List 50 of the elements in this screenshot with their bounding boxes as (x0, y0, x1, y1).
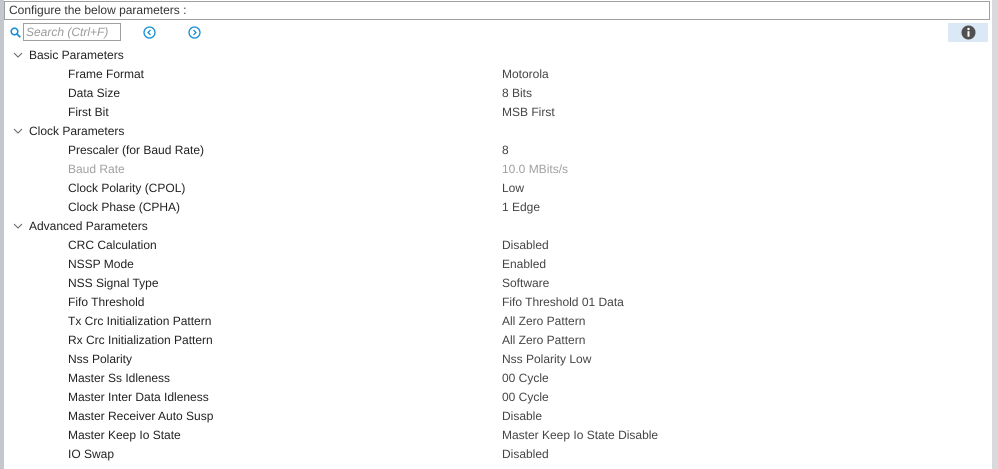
parameter-value[interactable]: Low (502, 180, 524, 194)
chevron-icon[interactable] (13, 50, 23, 60)
parameter-name: NSSP Mode (68, 256, 135, 270)
parameter-name: Clock Polarity (CPOL) (68, 180, 186, 194)
parameter-name: Fifo Threshold (68, 294, 146, 308)
parameter-name: IO Swap (68, 446, 116, 460)
parameter-name: Rx Crc Initialization Pattern (68, 332, 214, 346)
group-label[interactable]: Clock Parameters (29, 124, 124, 138)
parameter-name: Clock Phase (CPHA) (68, 200, 182, 214)
info-icon (960, 24, 976, 40)
search-field[interactable]: Search (Ctrl+F) (23, 23, 121, 41)
parameter-value[interactable]: Software (502, 276, 550, 290)
parameter-name: CRC Calculation (68, 238, 158, 252)
group-label[interactable]: Advanced Parameters (29, 218, 148, 232)
parameter-value[interactable]: MSB First (502, 104, 555, 118)
chevron-icon[interactable] (13, 126, 23, 136)
parameter-value[interactable]: Disabled (502, 238, 549, 252)
parameter-value[interactable]: All Zero Pattern (502, 332, 586, 346)
parameter-value[interactable]: Disable (502, 408, 542, 422)
previous-icon[interactable] (143, 26, 156, 38)
parameter-value[interactable]: 00 Cycle (502, 390, 549, 404)
parameter-value[interactable]: Disabled (502, 446, 549, 460)
parameter-name: Master Ss Idleness (68, 370, 172, 384)
next-icon[interactable] (188, 26, 201, 38)
parameter-value[interactable]: 8 (502, 142, 509, 156)
parameter-name: Tx Crc Initialization Pattern (68, 314, 212, 328)
parameter-name: Baud Rate (68, 162, 126, 176)
parameter-value[interactable]: Master Keep Io State Disable (502, 428, 658, 442)
parameter-name: First Bit (68, 104, 110, 118)
parameter-value[interactable]: Fifo Threshold 01 Data (502, 294, 624, 308)
header-label: Configure the below parameters : (4, 1, 990, 20)
parameter-name: Frame Format (68, 66, 146, 80)
parameter-value[interactable]: Motorola (502, 66, 549, 80)
chevron-icon[interactable] (13, 220, 23, 230)
parameter-value[interactable]: 1 Edge (502, 200, 540, 214)
parameter-name: NSS Signal Type (68, 276, 160, 290)
parameter-name: Data Size (68, 86, 122, 100)
search-icon (10, 26, 21, 38)
parameter-name: Nss Polarity (68, 352, 134, 366)
parameter-value[interactable]: 00 Cycle (502, 370, 549, 384)
info-button[interactable] (948, 22, 988, 42)
group-label[interactable]: Basic Parameters (29, 48, 124, 62)
parameter-value[interactable]: All Zero Pattern (502, 314, 586, 328)
parameter-name: Master Receiver Auto Susp (68, 408, 214, 422)
parameter-name: Master Keep Io State (68, 428, 182, 442)
parameter-name: Master Inter Data Idleness (68, 390, 210, 404)
parameter-value[interactable]: Enabled (502, 256, 546, 270)
parameter-name: Prescaler (for Baud Rate) (68, 142, 206, 156)
parameter-value[interactable]: Nss Polarity Low (502, 352, 592, 366)
parameter-value[interactable]: 8 Bits (502, 86, 532, 100)
